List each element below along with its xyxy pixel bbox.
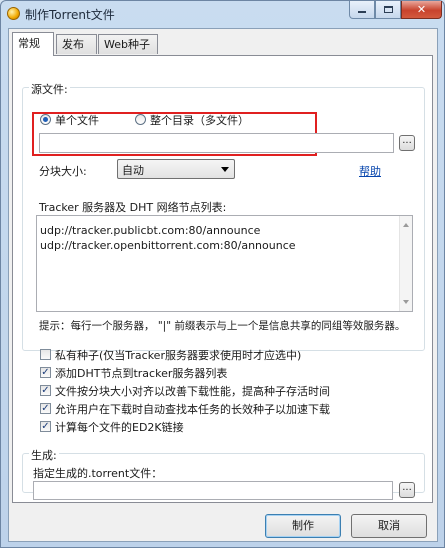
align-pieces-checkbox[interactable]: ✓	[40, 385, 51, 396]
tab-general[interactable]: 常规	[12, 32, 54, 56]
output-path-input[interactable]	[33, 481, 393, 500]
tracker-line: udp://tracker.openbittorrent.com:80/anno…	[40, 239, 296, 252]
tracker-hint: 提示：每行一个服务器， "|" 前缀表示与上一个是信息共享的同组等效服务器。	[39, 320, 406, 332]
scroll-down-icon[interactable]	[403, 300, 409, 304]
tracker-lines: udp://tracker.publicbt.com:80/announce u…	[37, 223, 296, 253]
maximize-icon	[383, 6, 393, 13]
private-torrent-label[interactable]: 私有种子(仅当Tracker服务器要求使用时才应选中)	[55, 347, 301, 363]
add-dht-label[interactable]: 添加DHT节点到tracker服务器列表	[55, 365, 227, 381]
scroll-up-icon[interactable]	[403, 223, 409, 227]
ed2k-label[interactable]: 计算每个文件的ED2K链接	[55, 419, 184, 435]
cancel-button[interactable]: 取消	[351, 514, 427, 538]
help-link[interactable]: 帮助	[359, 163, 381, 179]
create-button[interactable]: 制作	[265, 514, 341, 538]
piece-size-select[interactable]: 自动	[117, 159, 235, 179]
dialog-client-area: 常规 发布者 Web种子 源文件: 单个文件 整个目录（多文件） ... 分块大…	[8, 28, 438, 542]
tab-web-seed[interactable]: Web种子	[98, 34, 158, 54]
source-path-input[interactable]	[39, 133, 394, 153]
private-torrent-checkbox[interactable]	[40, 349, 51, 360]
tracker-line: udp://tracker.publicbt.com:80/announce	[40, 224, 261, 237]
source-browse-button[interactable]: ...	[399, 135, 415, 151]
ed2k-checkbox[interactable]: ✓	[40, 421, 51, 432]
minimize-button[interactable]	[349, 1, 375, 19]
tracker-scrollbar[interactable]	[399, 216, 412, 311]
output-file-label: 指定生成的.torrent文件：	[33, 467, 163, 480]
add-dht-checkbox[interactable]: ✓	[40, 367, 51, 378]
chevron-down-icon	[221, 167, 229, 172]
title-bar[interactable]: 制作Torrent文件 ✕	[1, 1, 444, 27]
output-group-label: 生成:	[29, 447, 59, 463]
minimize-icon	[358, 11, 366, 13]
directory-label[interactable]: 整个目录（多文件）	[150, 112, 249, 128]
tab-panel-general: 源文件: 单个文件 整个目录（多文件） ... 分块大小: 自动 帮助 Trac…	[12, 55, 433, 503]
long-seed-label[interactable]: 允许用户在下载时自动查找本任务的长效种子以加速下载	[55, 401, 330, 417]
torrent-app-icon	[7, 7, 20, 20]
source-group-label: 源文件:	[29, 81, 70, 97]
close-icon: ✕	[416, 3, 427, 16]
single-file-radio[interactable]	[40, 114, 51, 125]
maximize-button[interactable]	[375, 1, 401, 19]
tab-publisher[interactable]: 发布者	[56, 34, 97, 70]
tracker-list-textarea[interactable]: udp://tracker.publicbt.com:80/announce u…	[36, 215, 413, 312]
piece-size-label: 分块大小:	[39, 165, 87, 178]
align-pieces-label[interactable]: 文件按分块大小对齐以改善下载性能，提高种子存活时间	[55, 383, 330, 399]
make-torrent-window: 制作Torrent文件 ✕ 常规 发布者 Web种子 源文件: 单个文件 整个目…	[0, 0, 445, 548]
output-browse-button[interactable]: ...	[399, 482, 415, 498]
window-title: 制作Torrent文件	[25, 8, 115, 22]
long-seed-checkbox[interactable]: ✓	[40, 403, 51, 414]
single-file-label[interactable]: 单个文件	[55, 112, 99, 128]
piece-size-value: 自动	[122, 164, 144, 177]
directory-radio[interactable]	[135, 114, 146, 125]
close-button[interactable]: ✕	[401, 1, 442, 19]
tracker-list-label: Tracker 服务器及 DHT 网络节点列表:	[39, 201, 227, 214]
